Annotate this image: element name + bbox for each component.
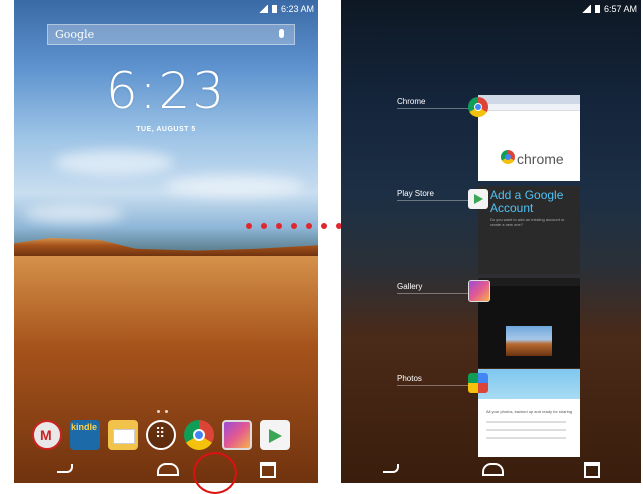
browser-tab-bar	[478, 95, 580, 104]
browser-url-bar	[478, 104, 580, 111]
clock-widget[interactable]: 6:23	[14, 62, 318, 120]
recent-card-gallery[interactable]	[478, 278, 580, 368]
recent-apps-button[interactable]	[576, 458, 606, 478]
recent-card-label-photos: Photos	[397, 374, 475, 386]
gmail-icon[interactable]	[32, 420, 62, 450]
search-label: Google	[55, 28, 95, 41]
page-indicator	[157, 410, 168, 413]
mic-icon[interactable]	[279, 29, 284, 38]
play-store-icon[interactable]	[260, 420, 290, 450]
nav-bar	[14, 453, 318, 483]
battery-icon	[594, 5, 600, 13]
recents-screen: 6:57 AM Chrome chrome Play Store Add a G…	[341, 0, 641, 483]
signal-icon	[580, 5, 591, 13]
date-label: TUE, AUGUST 5	[136, 126, 196, 133]
gallery-photo-thumbnail	[506, 326, 552, 356]
app-drawer-icon[interactable]	[146, 420, 176, 450]
google-search-bar[interactable]: Google	[47, 24, 295, 45]
photos-banner	[478, 369, 580, 399]
home-button[interactable]	[476, 458, 506, 478]
cloud	[24, 205, 124, 223]
photos-intro-text: All your photos, backed up and ready for…	[486, 409, 573, 414]
arrow-dot	[306, 223, 312, 229]
cloud	[54, 150, 174, 175]
add-account-title: Add a Google Account	[490, 188, 564, 215]
cloud	[164, 175, 304, 197]
recent-card-label-chrome: Chrome	[397, 97, 475, 109]
home-button[interactable]	[151, 458, 181, 478]
page-dot	[165, 410, 168, 413]
page-dot	[157, 410, 160, 413]
status-bar: 6:23 AM	[257, 0, 314, 18]
status-bar: 6:57 AM	[580, 0, 637, 18]
recent-card-label-play-store: Play Store	[397, 189, 475, 201]
recent-card-chrome[interactable]: chrome	[478, 95, 580, 181]
email-icon[interactable]	[108, 420, 138, 450]
text-line	[486, 437, 566, 439]
chrome-logo-icon	[501, 150, 515, 164]
gallery-action-bar	[478, 278, 580, 286]
status-time: 6:23 AM	[280, 4, 314, 14]
back-button[interactable]	[376, 458, 406, 478]
arrow-dot	[276, 223, 282, 229]
battery-icon	[271, 5, 277, 13]
chrome-icon	[468, 97, 488, 117]
recent-card-label-gallery: Gallery	[397, 282, 475, 294]
arrow-dot	[321, 223, 327, 229]
gallery-icon	[468, 280, 490, 302]
home-screen: 6:23 AM Google 6:23 TUE, AUGUST 5 kindle	[14, 0, 318, 483]
arrow-dot	[246, 223, 252, 229]
play-store-icon	[468, 189, 488, 209]
add-account-detail: Do you want to add an existing account o…	[490, 217, 565, 227]
app-dock: kindle	[32, 420, 302, 450]
text-line	[486, 421, 566, 423]
nav-bar	[341, 453, 641, 483]
recent-card-play-store[interactable]: Add a Google Account Do you want to add …	[478, 186, 580, 274]
recent-apps-highlight-ring	[193, 452, 237, 494]
status-time: 6:57 AM	[603, 4, 637, 14]
chrome-wordmark: chrome	[517, 151, 564, 167]
kindle-label: kindle	[71, 422, 98, 432]
arrow-dot	[291, 223, 297, 229]
gallery-icon[interactable]	[222, 420, 252, 450]
canyon-rim	[14, 238, 318, 256]
photos-icon	[468, 373, 488, 393]
kindle-icon[interactable]: kindle	[70, 420, 100, 450]
chrome-icon[interactable]	[184, 420, 214, 450]
recent-apps-button[interactable]	[252, 458, 282, 478]
signal-icon	[257, 5, 268, 13]
recent-card-photos[interactable]: All your photos, backed up and ready for…	[478, 369, 580, 457]
back-button[interactable]	[50, 458, 80, 478]
text-line	[486, 429, 566, 431]
arrow-dot	[261, 223, 267, 229]
